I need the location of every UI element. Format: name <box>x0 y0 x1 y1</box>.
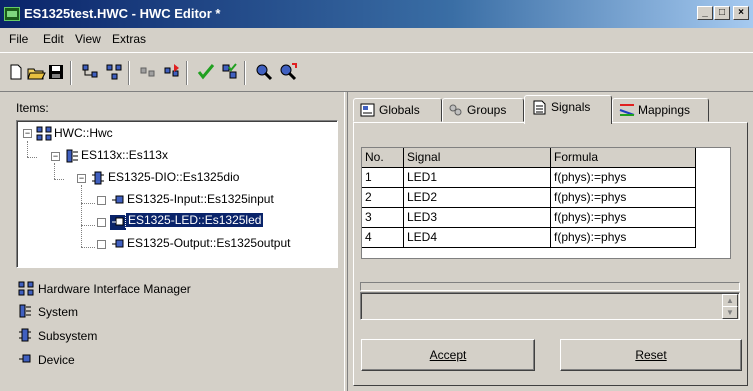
spin-down-icon[interactable]: ▼ <box>722 306 738 319</box>
menu-view[interactable]: View <box>75 32 101 46</box>
table-cell-signal[interactable]: LED3 <box>404 208 551 228</box>
tab-label: Signals <box>551 100 591 114</box>
tree-item-label: ES1325-Input::Es1325input <box>127 192 274 206</box>
check-icon[interactable] <box>196 62 216 82</box>
system-icon <box>66 149 78 163</box>
horizontal-divider <box>360 282 740 291</box>
tab-label: Globals <box>379 103 420 117</box>
table-cell-formula[interactable]: f(phys):=phys <box>551 168 696 188</box>
menu-file[interactable]: File <box>9 32 28 46</box>
column-header-no[interactable]: No. <box>362 148 404 168</box>
tree-item-label: ES1325-DIO::Es1325dio <box>108 170 240 184</box>
find-icon[interactable] <box>254 62 274 82</box>
tab-groups[interactable]: Groups <box>442 98 524 122</box>
hardware-interface-manager-icon <box>36 126 52 141</box>
reset-button[interactable]: Reset <box>560 339 742 371</box>
device-icon <box>19 354 31 363</box>
table-cell-formula[interactable]: f(phys):=phys <box>551 228 696 248</box>
tree-alt-icon[interactable] <box>104 62 124 82</box>
device-icon <box>110 215 126 230</box>
tree-item-label: ES113x::Es113x <box>81 148 168 162</box>
title-bar[interactable]: ES1325test.HWC - HWC Editor * _ □ × <box>0 0 753 28</box>
menu-extras[interactable]: Extras <box>112 32 146 46</box>
leaf-box <box>97 240 106 249</box>
new-icon[interactable] <box>6 62 26 82</box>
tab-signals[interactable]: Signals <box>524 95 612 124</box>
tree-item-label: HWC::Hwc <box>54 126 113 140</box>
tab-label: Mappings <box>638 103 691 117</box>
tree-item-label: ES1325-Output::Es1325output <box>127 236 291 250</box>
import-icon[interactable] <box>138 62 158 82</box>
table-cell-no[interactable]: 3 <box>362 208 404 228</box>
column-header-formula[interactable]: Formula <box>551 148 696 168</box>
validate-icon[interactable] <box>220 62 240 82</box>
groups-icon <box>449 104 462 116</box>
column-header-signal[interactable]: Signal <box>404 148 551 168</box>
splitter[interactable] <box>344 92 348 391</box>
table-cell-no[interactable]: 4 <box>362 228 404 248</box>
legend-label: Hardware Interface Manager <box>38 282 191 296</box>
open-icon[interactable] <box>26 62 46 82</box>
legend-label: Subsystem <box>38 329 98 343</box>
subsystem-icon <box>19 328 31 342</box>
app-icon <box>4 7 20 21</box>
leaf-box <box>97 196 106 205</box>
globals-icon <box>360 103 375 117</box>
find-next-icon[interactable] <box>278 62 298 82</box>
table-cell-signal[interactable]: LED1 <box>404 168 551 188</box>
table-cell-no[interactable]: 1 <box>362 168 404 188</box>
tree-item-label: ES1325-LED::Es1325led <box>124 212 265 228</box>
table-cell-formula[interactable]: f(phys):=phys <box>551 208 696 228</box>
device-icon <box>112 239 124 248</box>
toolbar <box>0 52 753 92</box>
window-title: ES1325test.HWC - HWC Editor * <box>24 6 221 21</box>
mappings-icon <box>619 104 635 116</box>
table-cell-no[interactable]: 2 <box>362 188 404 208</box>
menu-bar: File Edit View Extras <box>0 29 753 50</box>
collapse-icon[interactable]: − <box>51 152 60 161</box>
system-icon <box>19 304 31 318</box>
menu-edit[interactable]: Edit <box>43 32 64 46</box>
items-tree[interactable]: − HWC::Hwc − ES113x::Es113x − ES1325-DIO… <box>16 120 338 268</box>
legend-label: System <box>38 305 79 319</box>
collapse-icon[interactable]: − <box>77 174 86 183</box>
tab-globals[interactable]: Globals <box>353 98 442 122</box>
hardware-interface-manager-icon <box>18 281 34 296</box>
save-icon[interactable] <box>46 62 66 82</box>
signals-icon <box>533 100 546 115</box>
items-label: Items: <box>16 101 49 115</box>
formula-input[interactable]: ▲ ▼ <box>360 292 740 320</box>
tree-icon[interactable] <box>80 62 100 82</box>
export-icon[interactable] <box>162 62 182 82</box>
legend-label: Device <box>38 353 75 367</box>
table-cell-signal[interactable]: LED4 <box>404 228 551 248</box>
collapse-icon[interactable]: − <box>23 129 32 138</box>
leaf-box <box>97 218 106 227</box>
table-cell-signal[interactable]: LED2 <box>404 188 551 208</box>
accept-button[interactable]: Accept <box>361 339 535 371</box>
device-icon <box>112 195 124 204</box>
close-button[interactable]: × <box>733 6 749 20</box>
table-cell-formula[interactable]: f(phys):=phys <box>551 188 696 208</box>
subsystem-icon <box>92 171 104 185</box>
accept-button-label: Accept <box>429 348 467 362</box>
tab-label: Groups <box>467 103 507 117</box>
signals-table[interactable]: No. Signal Formula 1 LED1 f(phys):=phys … <box>361 147 731 259</box>
tab-mappings[interactable]: Mappings <box>612 98 709 122</box>
maximize-button[interactable]: □ <box>714 6 730 20</box>
reset-button-label: Reset <box>635 348 667 362</box>
minimize-button[interactable]: _ <box>697 6 713 20</box>
